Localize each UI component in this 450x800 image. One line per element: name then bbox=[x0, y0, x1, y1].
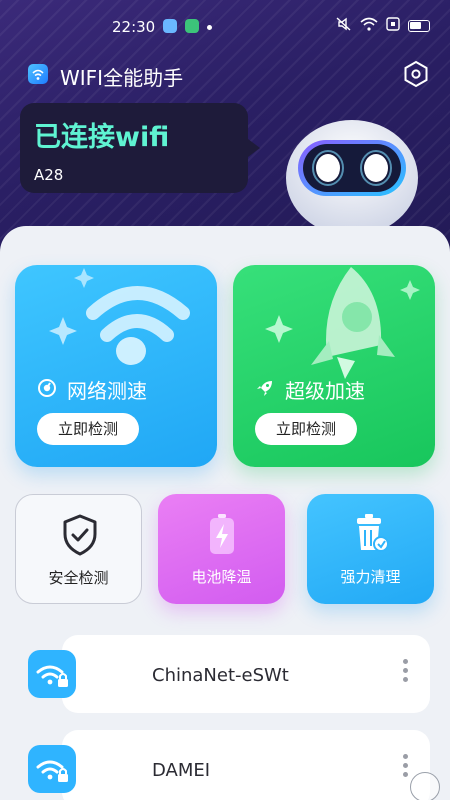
robot-mascot-icon bbox=[282, 108, 422, 238]
notification-app-icon bbox=[185, 19, 199, 33]
rocket-icon bbox=[255, 378, 275, 402]
speed-test-label: 网络测速 bbox=[67, 379, 147, 403]
wifi-ssid: ChinaNet-eSWt bbox=[152, 665, 289, 686]
status-bar: 22:30 bbox=[0, 0, 450, 52]
rocket-illustration-icon bbox=[233, 265, 435, 385]
floating-assistive-button[interactable] bbox=[410, 772, 440, 800]
more-options-icon[interactable] bbox=[400, 754, 410, 784]
mute-icon bbox=[336, 17, 352, 35]
wifi-list-item[interactable]: ChinaNet-eSWt bbox=[62, 635, 430, 713]
speed-test-title-row: 网络测速 bbox=[37, 375, 147, 404]
app-header: WIFI全能助手 bbox=[28, 58, 430, 94]
wifi-illustration-icon bbox=[15, 265, 217, 385]
settings-hexagon-icon[interactable] bbox=[402, 60, 430, 88]
wifi-lock-icon bbox=[28, 650, 76, 698]
wifi-ssid: DAMEI bbox=[152, 760, 211, 781]
battery-cool-label: 电池降温 bbox=[191, 568, 252, 586]
trash-clean-icon bbox=[351, 512, 391, 556]
security-check-card[interactable]: 安全检测 bbox=[15, 494, 142, 604]
app-logo-icon bbox=[28, 64, 48, 84]
more-options-icon[interactable] bbox=[400, 659, 410, 689]
connected-ssid: A28 bbox=[34, 166, 64, 184]
shield-check-icon bbox=[60, 513, 100, 557]
speed-test-card[interactable]: 网络测速 立即检测 bbox=[15, 265, 217, 467]
speed-test-button[interactable]: 立即检测 bbox=[37, 413, 139, 445]
wifi-lock-icon bbox=[28, 745, 76, 793]
notification-dot-icon bbox=[207, 25, 212, 30]
boost-card[interactable]: 超级加速 立即检测 bbox=[233, 265, 435, 467]
wifi-status-icon bbox=[360, 17, 378, 35]
battery-icon bbox=[408, 20, 430, 32]
boost-label: 超级加速 bbox=[285, 379, 365, 403]
boost-button[interactable]: 立即检测 bbox=[255, 413, 357, 445]
notification-app-icon bbox=[163, 19, 177, 33]
security-check-label: 安全检测 bbox=[48, 569, 109, 587]
battery-cool-card[interactable]: 电池降温 bbox=[158, 494, 285, 604]
deep-clean-label: 强力清理 bbox=[340, 568, 401, 586]
boost-title-row: 超级加速 bbox=[255, 375, 365, 404]
app-title: WIFI全能助手 bbox=[60, 66, 184, 90]
connection-bubble: 已连接wifi A28 bbox=[20, 103, 260, 193]
status-icons bbox=[336, 17, 430, 35]
speedometer-icon bbox=[37, 378, 57, 402]
connection-status: 已连接wifi bbox=[34, 122, 170, 153]
wifi-list-item[interactable]: DAMEI bbox=[62, 730, 430, 800]
deep-clean-card[interactable]: 强力清理 bbox=[307, 494, 434, 604]
battery-charging-icon bbox=[202, 512, 242, 556]
status-time: 22:30 bbox=[112, 18, 156, 36]
sim-icon bbox=[386, 17, 400, 35]
